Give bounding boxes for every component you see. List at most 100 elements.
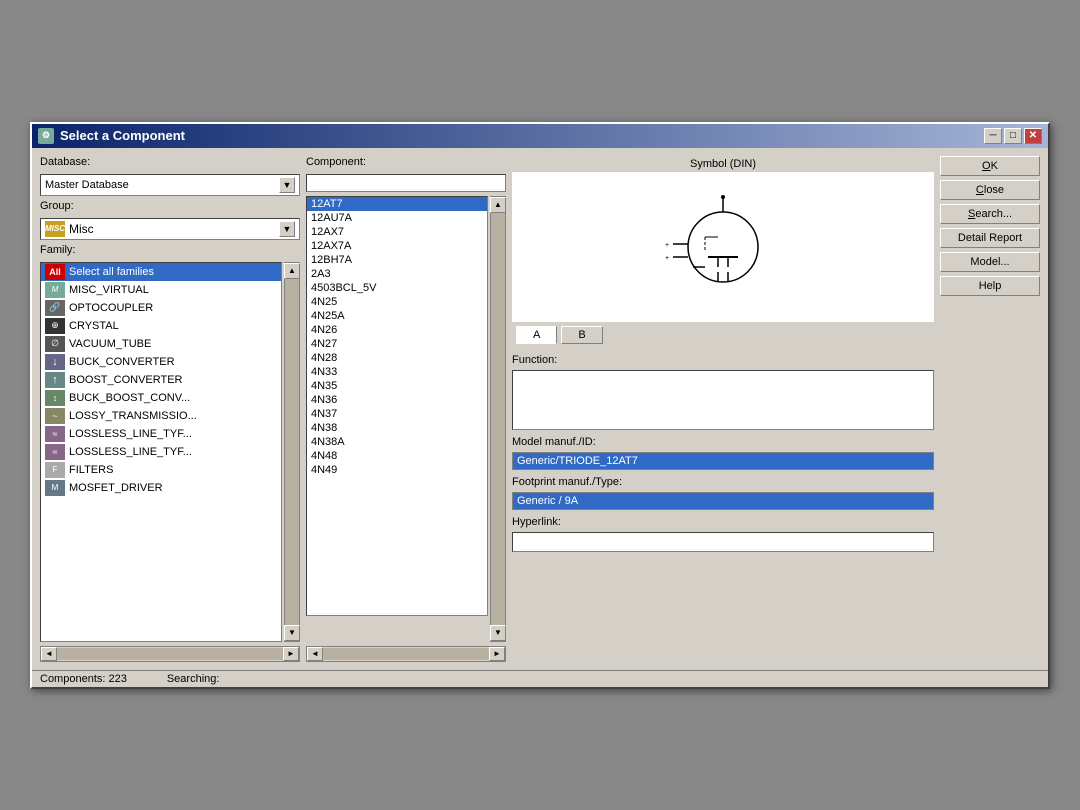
family-icon-mosfet: M <box>45 480 65 496</box>
group-label: Group: <box>40 200 300 212</box>
comp-scroll-track <box>491 213 505 625</box>
family-item-lossy[interactable]: ~LOSSY_TRANSMISSIO... <box>41 407 281 425</box>
model-button[interactable]: Model... <box>940 252 1040 272</box>
family-item-filter[interactable]: F FILTERS <box>41 461 281 479</box>
family-item-mosfet[interactable]: MMOSFET_DRIVER <box>41 479 281 497</box>
function-label: Function: <box>512 354 934 366</box>
comp-item[interactable]: 4N28 <box>307 351 487 365</box>
family-label-bb: BUCK_BOOST_CONV... <box>69 392 190 404</box>
family-label-filter: FILTERS <box>69 464 113 476</box>
symbol-tab-b[interactable]: B <box>561 326 602 344</box>
comp-item[interactable]: 12AT7 <box>307 197 487 211</box>
comp-item[interactable]: 4N36 <box>307 393 487 407</box>
family-icon-bb: ↕ <box>45 390 65 406</box>
family-scroll-down[interactable]: ▼ <box>284 625 300 641</box>
comp-hscroll-right[interactable]: ► <box>489 647 505 661</box>
family-icon-crystal: ⊕ <box>45 318 65 334</box>
action-buttons: OK Close Search... Detail Report Model..… <box>940 156 1040 662</box>
comp-hscroll-track <box>323 648 489 660</box>
comp-item[interactable]: 2A3 <box>307 267 487 281</box>
function-text <box>512 370 934 430</box>
minimize-button[interactable]: ─ <box>984 128 1002 144</box>
family-label-vac: VACUUM_TUBE <box>69 338 151 350</box>
family-horiz-scroll[interactable]: ◄ ► <box>40 646 300 662</box>
model-label: Model manuf./ID: <box>512 436 934 448</box>
search-button[interactable]: Search... <box>940 204 1040 224</box>
symbol-section: Symbol (DIN) <box>512 156 934 348</box>
comp-item[interactable]: 4N25 <box>307 295 487 309</box>
comp-item[interactable]: 4N27 <box>307 337 487 351</box>
hyperlink-input[interactable] <box>512 532 934 552</box>
comp-item[interactable]: 4503BCL_5V <box>307 281 487 295</box>
family-icon-misc: M <box>45 282 65 298</box>
family-hscroll-right[interactable]: ► <box>283 647 299 661</box>
middle-panel: Component: 12AT7 12AT712AU7A12AX712AX7A1… <box>306 156 506 662</box>
symbol-tab-a[interactable]: A <box>516 326 557 344</box>
detail-report-button[interactable]: Detail Report <box>940 228 1040 248</box>
family-icon-ll2: ≈ <box>45 444 65 460</box>
comp-item[interactable]: 4N35 <box>307 379 487 393</box>
family-item-all[interactable]: AllSelect all families <box>41 263 281 281</box>
comp-scroll-down[interactable]: ▼ <box>490 625 506 641</box>
title-buttons: ─ □ ✕ <box>984 128 1042 144</box>
comp-item[interactable]: 4N49 <box>307 463 487 477</box>
group-icon: MISC <box>45 221 65 237</box>
close-button[interactable]: Close <box>940 180 1040 200</box>
comp-item[interactable]: 4N38 <box>307 421 487 435</box>
footprint-value: Generic / 9A <box>512 492 934 510</box>
comp-item[interactable]: 4N48 <box>307 449 487 463</box>
database-dropdown[interactable]: Master Database ▼ <box>40 174 300 196</box>
family-list-container: AllSelect all familiesMMISC_VIRTUAL🔗OPTO… <box>40 262 300 642</box>
window-title: Select a Component <box>60 128 185 143</box>
comp-hscroll-left[interactable]: ◄ <box>307 647 323 661</box>
comp-item[interactable]: 4N37 <box>307 407 487 421</box>
comp-item[interactable]: 12BH7A <box>307 253 487 267</box>
comp-scrollbar[interactable]: ▲ ▼ <box>490 196 506 642</box>
family-label-ll2: LOSSLESS_LINE_TYF... <box>69 446 192 458</box>
comp-item[interactable]: 12AX7A <box>307 239 487 253</box>
family-icon-filter: F <box>45 462 65 478</box>
family-label-buck: BUCK_CONVERTER <box>69 356 175 368</box>
family-hscroll-left[interactable]: ◄ <box>41 647 57 661</box>
family-item-opto[interactable]: 🔗OPTOCOUPLER <box>41 299 281 317</box>
family-item-boost[interactable]: ↑ BOOST_CONVERTER <box>41 371 281 389</box>
family-item-bb[interactable]: ↕ BUCK_BOOST_CONV... <box>41 389 281 407</box>
family-scroll-track <box>285 279 299 625</box>
family-item-ll2[interactable]: ≈ LOSSLESS_LINE_TYF... <box>41 443 281 461</box>
comp-scroll-up[interactable]: ▲ <box>490 197 506 213</box>
function-section: Function: <box>512 354 934 430</box>
help-button[interactable]: Help <box>940 276 1040 296</box>
database-label: Database: <box>40 156 300 168</box>
family-scrollbar[interactable]: ▲ ▼ <box>284 262 300 642</box>
family-label-ll1: LOSSLESS_LINE_TYF... <box>69 428 192 440</box>
family-list[interactable]: AllSelect all familiesMMISC_VIRTUAL🔗OPTO… <box>40 262 282 642</box>
close-window-button[interactable]: ✕ <box>1024 128 1042 144</box>
family-item-vac[interactable]: ∅VACUUM_TUBE <box>41 335 281 353</box>
comp-item[interactable]: 4N25A <box>307 309 487 323</box>
family-icon-ll1: ≈ <box>45 426 65 442</box>
family-item-ll1[interactable]: ≈ LOSSLESS_LINE_TYF... <box>41 425 281 443</box>
ok-button[interactable]: OK <box>940 156 1040 176</box>
family-icon-boost: ↑ <box>45 372 65 388</box>
comp-item[interactable]: 4N33 <box>307 365 487 379</box>
group-value: Misc <box>69 222 94 236</box>
left-panel: Database: Master Database ▼ Group: MISC … <box>40 156 300 662</box>
family-icon-lossy: ~ <box>45 408 65 424</box>
hyperlink-label: Hyperlink: <box>512 516 934 528</box>
svg-text:+: + <box>665 242 669 249</box>
comp-item[interactable]: 12AX7 <box>307 225 487 239</box>
comp-item[interactable]: 12AU7A <box>307 211 487 225</box>
family-scroll-up[interactable]: ▲ <box>284 263 300 279</box>
comp-horiz-scroll[interactable]: ◄ ► <box>306 646 506 662</box>
family-item-misc[interactable]: MMISC_VIRTUAL <box>41 281 281 299</box>
title-bar: ⚙ Select a Component ─ □ ✕ <box>32 124 1048 148</box>
family-item-buck[interactable]: ↓BUCK_CONVERTER <box>41 353 281 371</box>
family-item-crystal[interactable]: ⊕CRYSTAL <box>41 317 281 335</box>
component-search-input[interactable]: 12AT7 <box>306 174 506 192</box>
comp-item[interactable]: 4N26 <box>307 323 487 337</box>
group-selector[interactable]: MISC Misc ▼ <box>40 218 300 240</box>
comp-item[interactable]: 4N38A <box>307 435 487 449</box>
component-list[interactable]: 12AT712AU7A12AX712AX7A12BH7A2A34503BCL_5… <box>306 196 488 616</box>
maximize-button[interactable]: □ <box>1004 128 1022 144</box>
family-label-boost: BOOST_CONVERTER <box>69 374 183 386</box>
